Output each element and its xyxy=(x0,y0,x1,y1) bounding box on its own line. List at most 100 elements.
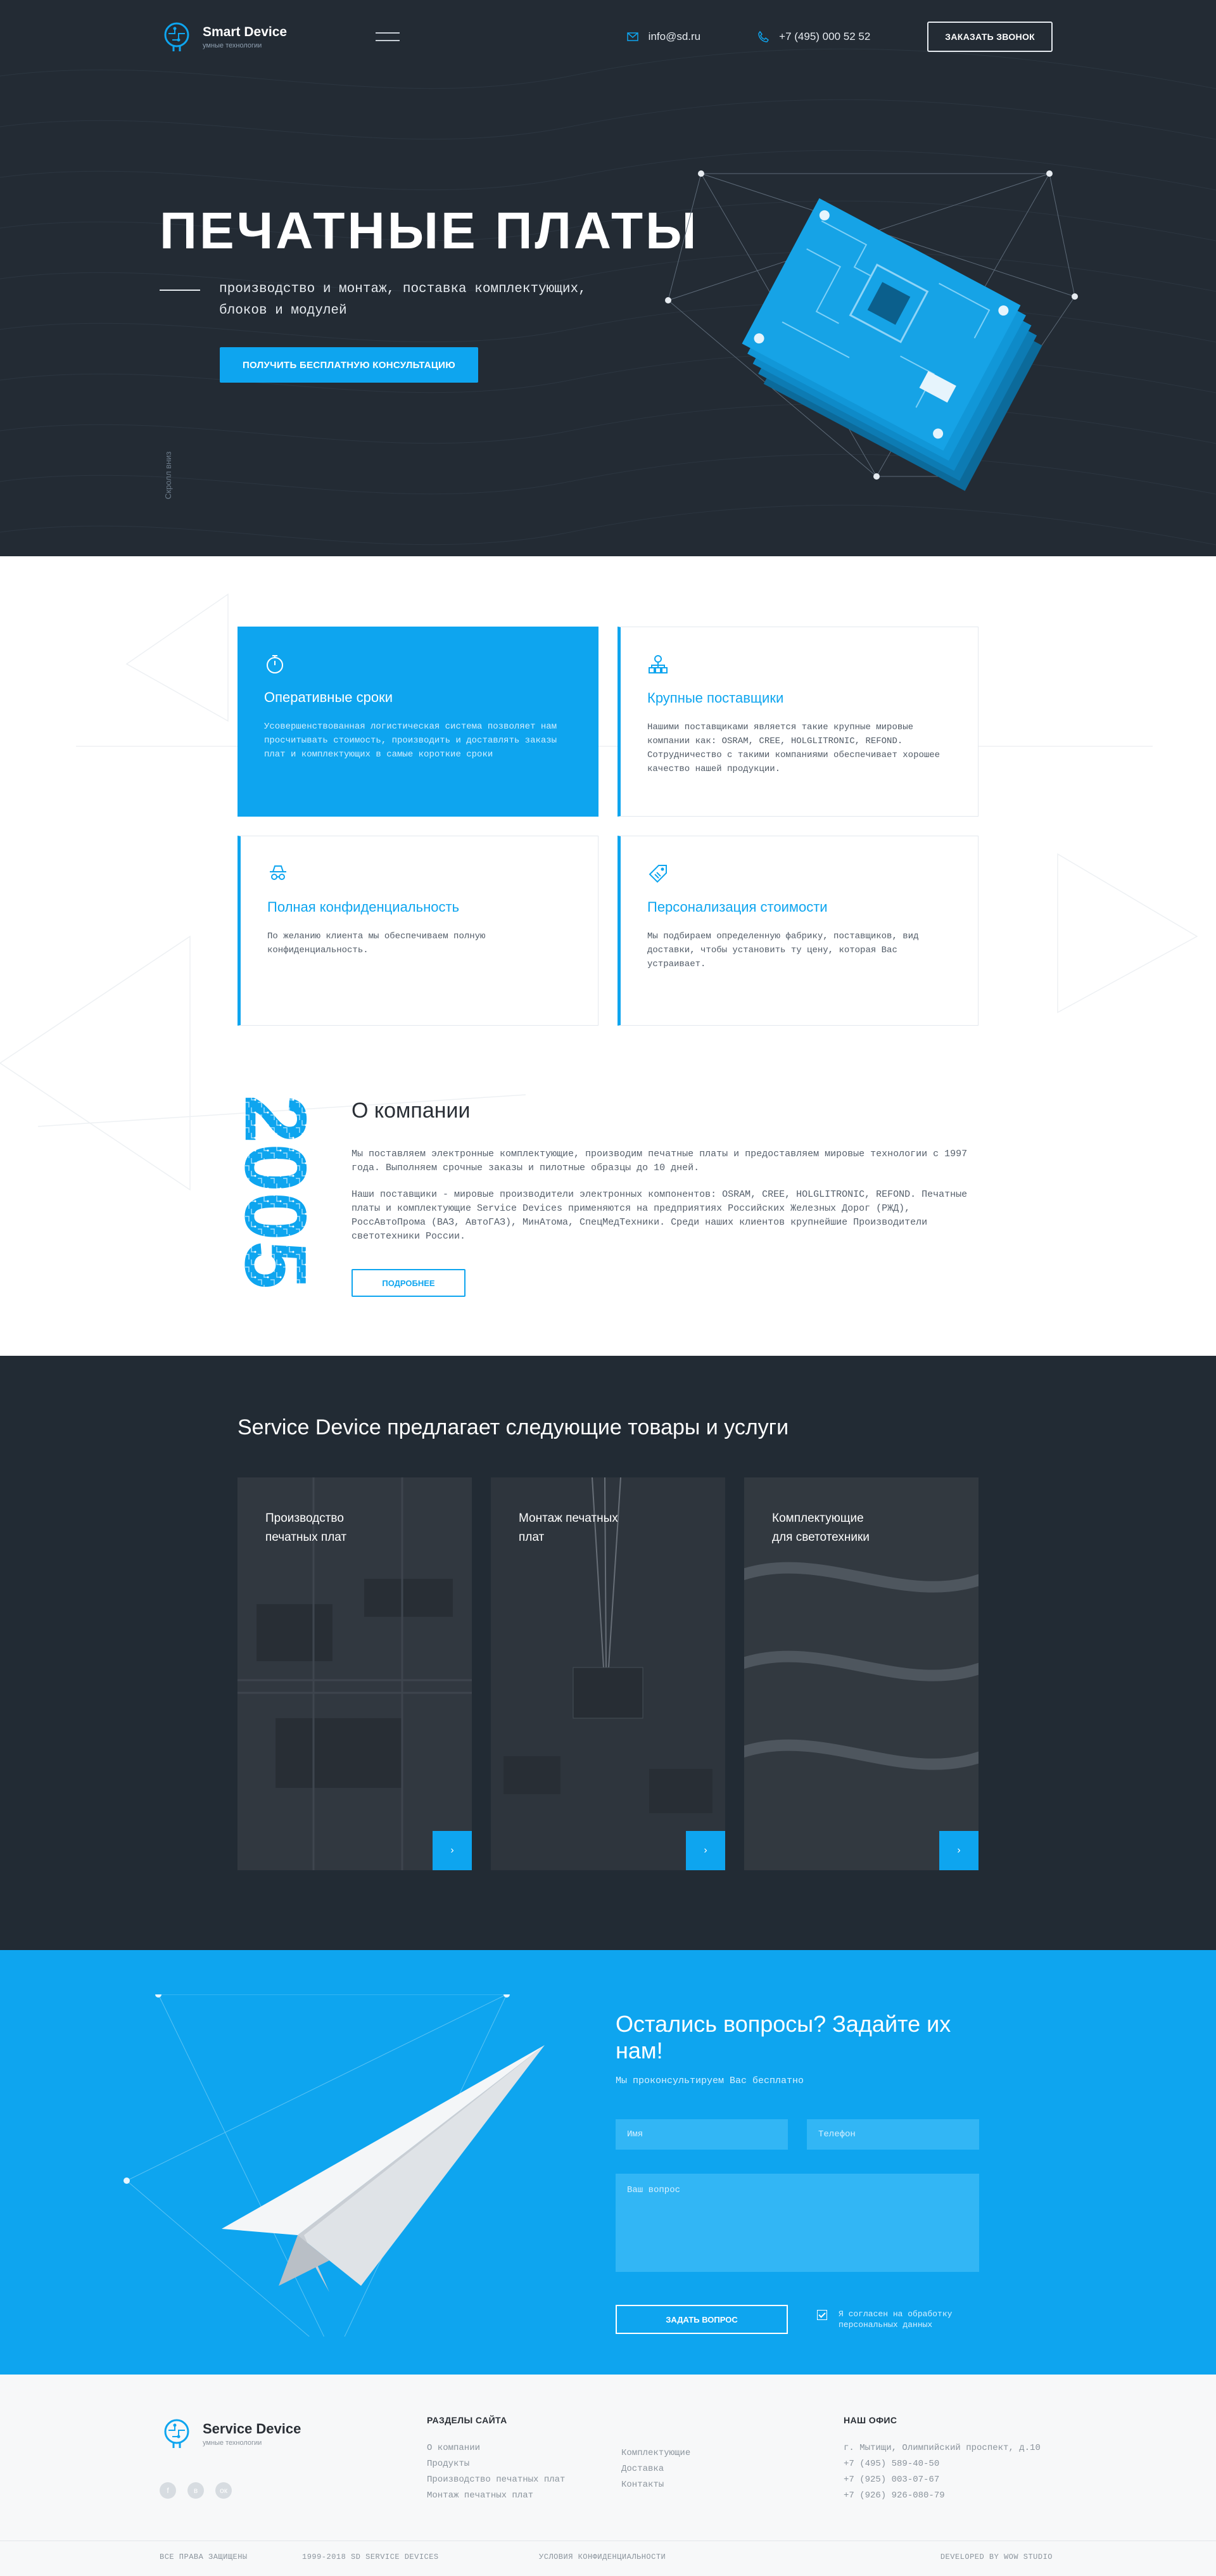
subtitle-divider xyxy=(160,290,200,291)
footer-sections-col-2: Комплектующие Доставка Контакты xyxy=(621,2445,690,2493)
email-text: info@sd.ru xyxy=(648,30,701,42)
feature-card[interactable]: Крупные поставщики Нашими поставщиками я… xyxy=(618,627,978,817)
feature-title: Персонализация стоимости xyxy=(647,899,828,915)
feature-title: Полная конфиденциальность xyxy=(267,899,460,915)
vk-icon[interactable]: в xyxy=(187,2482,204,2499)
service-title-line1: Монтаж печатных xyxy=(519,1512,618,1525)
footer-sections-title: РАЗДЕЛЫ САЙТА xyxy=(427,2415,507,2425)
site-logo[interactable]: Smart Device умные технологии xyxy=(160,20,287,54)
paper-plane-illustration xyxy=(124,1994,545,2337)
feature-text: По желанию клиента мы обеспечиваем полну… xyxy=(267,931,486,955)
office-phone[interactable]: +7 (925) 003-07-67 xyxy=(844,2472,1041,2488)
privacy-link[interactable]: УСЛОВИЯ КОНФИДЕНЦИАЛЬНОСТИ xyxy=(539,2553,666,2561)
about-paragraph-2: Наши поставщики - мировые производители … xyxy=(352,1189,968,1242)
odnoklassniki-icon[interactable]: ок xyxy=(215,2482,232,2499)
phone-icon xyxy=(758,31,770,42)
about-title: О компании xyxy=(352,1099,471,1123)
services-section: Service Device предлагает следующие това… xyxy=(0,1356,1216,1950)
envelope-icon xyxy=(626,32,638,41)
footer-logo[interactable]: Service Device умные технологии xyxy=(160,2416,301,2451)
facebook-icon[interactable]: f xyxy=(160,2482,176,2499)
feature-text: Мы подбираем определенную фабрику, поста… xyxy=(647,931,919,969)
pcb-illustration xyxy=(665,170,1078,491)
header-email[interactable]: info@sd.ru xyxy=(626,30,701,43)
social-links: f в ок xyxy=(160,2482,232,2499)
feature-card[interactable]: Полная конфиденциальность По желанию кли… xyxy=(238,836,598,1026)
feature-card[interactable]: Оперативные сроки Усовершенствованная ло… xyxy=(238,627,598,817)
more-about-button[interactable]: ПОДРОБНЕЕ xyxy=(352,1269,466,1297)
stopwatch-icon xyxy=(267,655,283,673)
feature-title: Оперативные сроки xyxy=(264,689,393,705)
hero-subtitle: производство и монтаж, поставка комплект… xyxy=(219,282,586,318)
question-form: Остались вопросы? Задайте их нам! Мы про… xyxy=(616,2011,979,2334)
footer-link[interactable]: Комплектующие xyxy=(621,2445,690,2461)
footer-sections-col: РАЗДЕЛЫ САЙТА О компании Продукты Произв… xyxy=(427,2415,565,2504)
year-graphic: 2005 xyxy=(238,1095,314,1289)
hero-section: Smart Device умные технологии info@sd.ru… xyxy=(0,0,1216,556)
service-title-line2: печатных плат xyxy=(265,1531,347,1544)
header-phone[interactable]: +7 (495) 000 52 52 xyxy=(757,30,870,43)
scroll-down-label: Скролл вниз xyxy=(163,451,173,499)
features-grid: Оперативные сроки Усовершенствованная ло… xyxy=(238,627,978,1026)
office-phone[interactable]: +7 (495) 589-40-50 xyxy=(844,2456,1041,2472)
arrow-right-icon[interactable]: › xyxy=(433,1831,472,1870)
consent-checkbox[interactable]: Я согласен на обработку персональных дан… xyxy=(817,2309,965,2330)
service-card-lighting-components[interactable]: Комплектующие для светотехники › xyxy=(744,1477,978,1870)
footer-link[interactable]: Контакты xyxy=(621,2477,690,2493)
site-footer: Service Device умные технологии f в ок Р… xyxy=(0,2375,1216,2576)
footer-link[interactable]: О компании xyxy=(427,2440,565,2456)
callback-button[interactable]: ЗАКАЗАТЬ ЗВОНОК xyxy=(927,22,1053,52)
scroll-down-link[interactable]: Скролл вниз xyxy=(163,443,176,499)
features-section: Оперативные сроки Усовершенствованная ло… xyxy=(0,556,1216,1356)
brand-name: Smart Device xyxy=(203,24,288,39)
phone-input[interactable] xyxy=(807,2119,979,2150)
hero-title: ПЕЧАТНЫЕ ПЛАТЫ xyxy=(160,202,699,260)
hero-subtitle-block: производство и монтаж, поставка комплект… xyxy=(160,279,612,322)
about-paragraph-1: Мы поставляем электронные комплектующие,… xyxy=(352,1149,968,1173)
feature-text: Усовершенствованная логистическая систем… xyxy=(264,722,557,760)
arrow-right-icon[interactable]: › xyxy=(686,1831,725,1870)
footer-link[interactable]: Продукты xyxy=(427,2456,565,2472)
footer-office-col: НАШ ОФИС г. Мытищи, Олимпийский проспект… xyxy=(844,2415,1041,2504)
service-card-pcb-production[interactable]: Производство печатных плат › xyxy=(238,1477,472,1870)
consent-label: Я согласен на обработку персональных дан… xyxy=(839,2309,953,2330)
free-consultation-button[interactable]: ПОЛУЧИТЬ БЕСПЛАТНУЮ КОНСУЛЬТАЦИЮ xyxy=(220,347,478,383)
question-textarea[interactable] xyxy=(616,2174,979,2272)
footer-link[interactable]: Доставка xyxy=(621,2461,690,2477)
feature-title: Крупные поставщики xyxy=(647,690,784,706)
spy-icon xyxy=(270,865,286,880)
price-tag-icon xyxy=(649,865,667,883)
brand-tagline: умные технологии xyxy=(203,41,262,49)
rights-text: ВСЕ ПРАВА ЗАЩИЩЕНЫ xyxy=(160,2553,248,2561)
office-address: г. Мытищи, Олимпийский проспект, д.10 xyxy=(844,2443,1041,2453)
about-year: 2005 xyxy=(238,1095,314,1289)
copyright-text: 1999-2018 SD SERVICE DEVICES xyxy=(302,2553,439,2561)
services-title: Service Device предлагает следующие това… xyxy=(238,1415,789,1439)
service-title-line2: для светотехники xyxy=(772,1531,870,1544)
footer-brand-name: Service Device xyxy=(203,2420,301,2437)
menu-burger-icon[interactable] xyxy=(376,32,400,41)
services-grid: Производство печатных плат › Монтаж печат… xyxy=(238,1477,978,1870)
contact-section: Остались вопросы? Задайте их нам! Мы про… xyxy=(0,1950,1216,2375)
feature-text: Нашими поставщиками является такие крупн… xyxy=(647,722,940,774)
arrow-right-icon[interactable]: › xyxy=(939,1831,978,1870)
name-input[interactable] xyxy=(616,2119,788,2150)
developer-link[interactable]: DEVELOPED BY WOW STUDIO xyxy=(940,2553,1053,2561)
footer-link[interactable]: Производство печатных плат xyxy=(427,2472,565,2488)
phone-text: +7 (495) 000 52 52 xyxy=(779,30,871,42)
service-title-line1: Комплектующие xyxy=(772,1512,864,1525)
checkbox-checked-icon[interactable] xyxy=(817,2310,827,2320)
form-title: Остались вопросы? Задайте их нам! xyxy=(616,2011,951,2063)
site-header: Smart Device умные технологии info@sd.ru… xyxy=(160,0,1053,73)
service-card-pcb-assembly[interactable]: Монтаж печатных плат › xyxy=(491,1477,725,1870)
service-title-line1: Производство xyxy=(265,1512,344,1525)
network-icon xyxy=(649,655,668,673)
footer-office-title: НАШ ОФИС xyxy=(844,2415,897,2425)
submit-question-button[interactable]: ЗАДАТЬ ВОПРОС xyxy=(616,2305,788,2334)
office-phone[interactable]: +7 (926) 926-080-79 xyxy=(844,2488,1041,2504)
footer-link[interactable]: Монтаж печатных плат xyxy=(427,2488,565,2504)
form-lead: Мы проконсультируем Вас бесплатно xyxy=(616,2075,804,2086)
brain-chip-logo-icon xyxy=(164,2419,189,2448)
feature-card[interactable]: Персонализация стоимости Мы подбираем оп… xyxy=(618,836,978,1026)
footer-brand-tagline: умные технологии xyxy=(203,2439,262,2447)
